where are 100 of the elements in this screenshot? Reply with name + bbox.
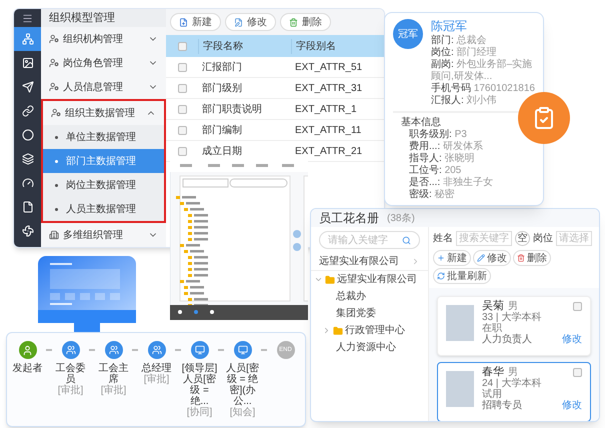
- caret-icon: [411, 257, 420, 266]
- menu-item[interactable]: 组织主数据管理: [43, 101, 164, 125]
- toolbar-button[interactable]: 新建: [170, 13, 221, 31]
- table-cell-text: EXT_ATTR_1: [294, 102, 358, 116]
- info-line: 密级: 秘密: [408, 189, 456, 201]
- company-selector[interactable]: 远望实业有限公司: [311, 253, 428, 271]
- step-label: 工会主席: [98, 363, 130, 385]
- menu-icon[interactable]: [22, 12, 33, 24]
- fan-icon: [22, 225, 34, 237]
- plus-icon: [437, 254, 445, 262]
- employee-card[interactable]: 吴菊 男 33 | 大学本科 在职 人力负责人 修改: [437, 296, 591, 356]
- bullet-icon: [55, 136, 58, 138]
- people-icon: [66, 345, 76, 355]
- gender-label: 男: [508, 367, 518, 378]
- monitor-icon: [238, 345, 248, 355]
- info-line: 部门: 总裁会: [431, 35, 488, 46]
- checkbox[interactable]: [178, 126, 186, 134]
- table-cell-text: EXT_ATTR_11: [294, 124, 362, 138]
- table-cell-text: 部门级别: [201, 82, 243, 96]
- avatar: 冠军: [393, 19, 423, 49]
- checkbox[interactable]: [573, 368, 582, 377]
- tree-item[interactable]: 远望实业有限公司: [311, 271, 428, 288]
- checkbox[interactable]: [178, 42, 186, 50]
- action-button[interactable]: 修改: [473, 250, 511, 266]
- checkbox[interactable]: [178, 62, 186, 72]
- job-role: 人力负责人: [482, 334, 532, 345]
- circle-icon: [22, 129, 34, 141]
- table-cell-text: 成立日期: [201, 144, 243, 158]
- send-icon: [22, 81, 34, 93]
- step-type: [知会]: [230, 407, 256, 418]
- employment-status: 在职: [482, 323, 502, 334]
- tree-item[interactable]: 人力资源中心: [311, 339, 428, 356]
- window-title: 员工花名册: [319, 210, 379, 227]
- menu-item[interactable]: 岗位角色管理: [41, 51, 166, 75]
- submenu-item[interactable]: 人员主数据管理: [43, 197, 164, 221]
- table-cell-text: EXT_ATTR_51: [294, 60, 364, 74]
- people-icon: [108, 345, 118, 355]
- step-label: 总经理: [142, 363, 172, 374]
- employment-status: 试用: [482, 389, 502, 400]
- bullet-icon: [55, 208, 58, 210]
- file-icon: [22, 201, 34, 213]
- people-icon: [152, 345, 162, 355]
- refresh-icon: [437, 272, 445, 280]
- photo-placeholder: [446, 305, 474, 341]
- step-label: 发起者: [12, 363, 42, 374]
- age-education: 33 | 大学本科: [482, 312, 542, 323]
- person-icon: [22, 344, 33, 356]
- filter-label: 姓名: [433, 232, 453, 246]
- menu-item[interactable]: 多维组织管理: [41, 223, 166, 247]
- step-type: [审批]: [144, 374, 170, 385]
- info-line: 工位号: 205: [408, 165, 462, 176]
- tree-item[interactable]: 行政管理中心: [311, 322, 428, 339]
- table-cell-text: 部门职责说明: [201, 102, 263, 116]
- info-line: 是否...: 非独生子女: [408, 177, 494, 188]
- table-cell-text: 部门编制: [201, 124, 243, 138]
- column-header: 字段名称: [198, 38, 291, 54]
- tree-item[interactable]: 集团党委: [311, 305, 428, 322]
- tree-item[interactable]: 总裁办: [311, 288, 428, 305]
- building-icon: [49, 230, 59, 240]
- gender-label: 男: [508, 301, 518, 312]
- employee-name: 春华: [482, 367, 504, 378]
- submenu-item[interactable]: 单位主数据管理: [43, 125, 164, 149]
- info-line: 副岗: 外包业务部–实施顾问,研发体...: [431, 59, 534, 82]
- step-type: [协同]: [186, 407, 212, 418]
- table-cell-text: EXT_ATTR_31: [294, 82, 364, 96]
- gauge-icon: [22, 177, 34, 189]
- menu-title: 组织模型管理: [41, 9, 166, 27]
- monitor-icon: [194, 345, 204, 355]
- checkbox[interactable]: [178, 146, 186, 156]
- layers-icon: [22, 153, 34, 165]
- table-cell-text: 汇报部门: [201, 60, 243, 74]
- info-line: 手机号码 17601021816: [431, 83, 535, 94]
- table-cell-text: EXT_ATTR_21: [294, 144, 364, 158]
- pencil-icon: [477, 254, 485, 262]
- photo-placeholder: [446, 371, 474, 407]
- action-button[interactable]: 新建: [433, 250, 471, 266]
- toolbar-button[interactable]: 删除: [280, 13, 331, 31]
- info-line: 汇报人: 刘小伟: [431, 95, 498, 107]
- info-line: 费用...: 研发体系: [408, 141, 484, 152]
- submenu-item[interactable]: 岗位主数据管理: [43, 173, 164, 197]
- menu-item[interactable]: 人员信息管理: [41, 75, 166, 99]
- employee-name: 吴菊: [482, 301, 504, 312]
- file-edit-icon: [234, 18, 243, 26]
- user-gear-icon: [49, 58, 59, 68]
- checkbox[interactable]: [178, 84, 186, 92]
- step-type: [审批]: [58, 385, 84, 396]
- info-line: 岗位: 部门经理: [431, 47, 498, 58]
- age-education: 24 | 大学本科: [482, 378, 542, 389]
- record-count: (38条): [387, 212, 415, 226]
- action-button[interactable]: 批量刷新: [433, 268, 491, 284]
- trash-icon: [517, 254, 525, 262]
- checkbox[interactable]: [178, 104, 186, 114]
- checkbox[interactable]: [573, 302, 582, 311]
- action-button[interactable]: 删除: [513, 250, 551, 266]
- file-plus-icon: [179, 18, 188, 26]
- menu-item[interactable]: 组织机构管理: [41, 27, 166, 51]
- employee-card[interactable]: 春华 男 24 | 大学本科 试用 招聘专员 修改: [437, 362, 591, 421]
- toolbar-button[interactable]: 修改: [225, 13, 276, 31]
- trash-icon: [289, 18, 298, 26]
- bullet-icon: [55, 160, 58, 162]
